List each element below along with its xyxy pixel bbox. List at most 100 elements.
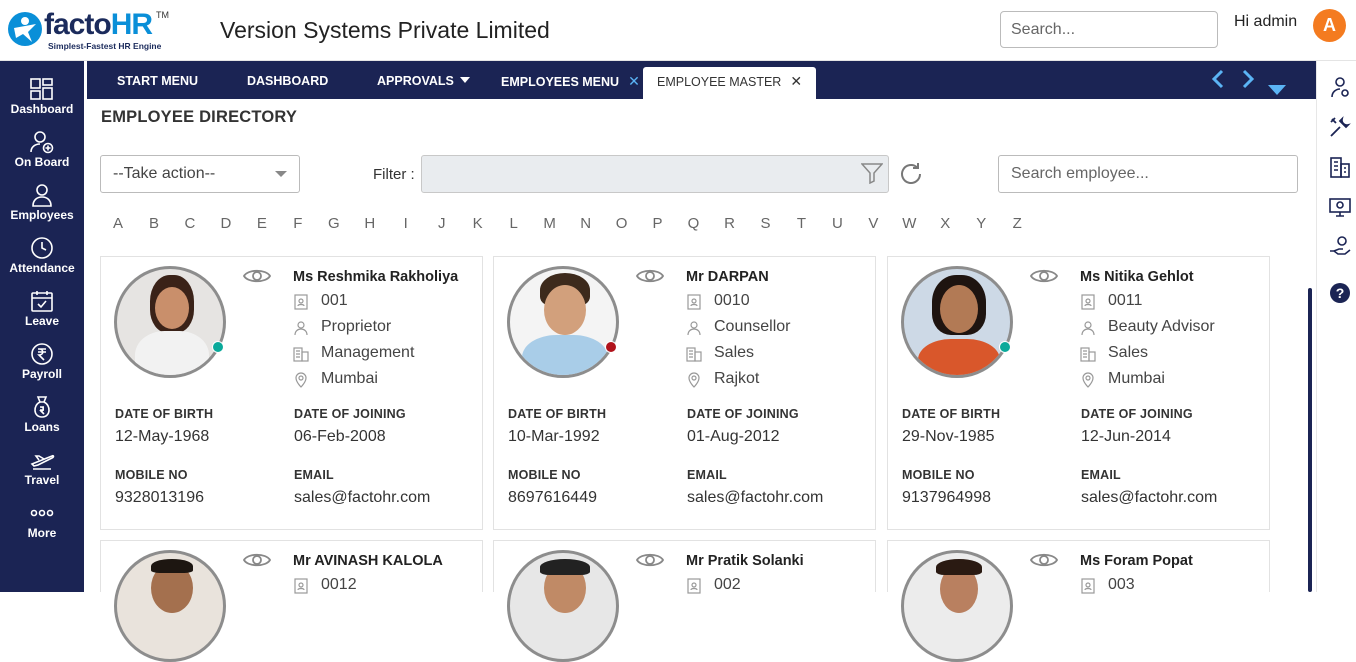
global-search-input[interactable] — [1000, 11, 1218, 48]
alphabet-letter-p[interactable]: P — [648, 215, 668, 232]
help-icon[interactable]: ? — [1328, 281, 1352, 305]
mobile-label: MOBILE NO — [115, 468, 188, 482]
sidebar-item-loans[interactable]: Loans — [0, 393, 84, 446]
user-avatar[interactable]: A — [1313, 9, 1346, 42]
employee-name[interactable]: Ms Reshmika Rakholiya — [293, 269, 458, 285]
person-icon — [687, 321, 701, 336]
alphabet-letter-s[interactable]: S — [755, 215, 775, 232]
money-bag-icon — [34, 396, 50, 418]
factohr-logo[interactable]: factoHR TM Simplest-Fastest HR Engine — [8, 8, 169, 54]
employee-code: 0011 — [1108, 292, 1143, 309]
employee-code: 001 — [321, 292, 348, 309]
caret-down-icon[interactable] — [1268, 75, 1286, 101]
tab-dashboard[interactable]: DASHBOARD — [247, 67, 328, 99]
doj-value: 12-Jun-2014 — [1081, 428, 1171, 445]
sidebar-item-label: Payroll — [21, 367, 63, 381]
employee-name[interactable]: Mr DARPAN — [686, 269, 769, 285]
sidebar-item-dashboard[interactable]: Dashboard — [0, 75, 84, 128]
user-settings-icon[interactable] — [1328, 75, 1352, 99]
alphabet-letter-h[interactable]: H — [360, 215, 380, 232]
alphabet-letter-v[interactable]: V — [863, 215, 883, 232]
dob-value: 12-May-1968 — [115, 428, 210, 445]
alphabet-letter-q[interactable]: Q — [684, 215, 704, 232]
scrollbar[interactable] — [1308, 288, 1312, 592]
tab-approvals[interactable]: APPROVALS — [377, 67, 470, 99]
alphabet-letter-a[interactable]: A — [108, 215, 128, 232]
alphabet-letter-d[interactable]: D — [216, 215, 236, 232]
employee-search-input[interactable] — [998, 155, 1298, 193]
filter-input[interactable] — [421, 155, 889, 193]
employee-name[interactable]: Mr Pratik Solanki — [686, 553, 804, 569]
chevron-left-icon[interactable] — [1211, 69, 1225, 95]
hand-money-icon[interactable] — [1328, 235, 1352, 259]
eye-icon[interactable] — [1029, 266, 1059, 286]
alphabet-letter-o[interactable]: O — [612, 215, 632, 232]
building-icon[interactable] — [1328, 155, 1352, 179]
close-icon[interactable]: ✕ — [628, 73, 640, 89]
email-value[interactable]: sales@factohr.com — [294, 489, 430, 507]
sidebar-item-travel[interactable]: Travel — [0, 446, 84, 499]
eye-icon[interactable] — [1029, 550, 1059, 570]
employee-card[interactable]: Mr Pratik Solanki 002 — [493, 540, 876, 662]
status-dot — [605, 341, 617, 353]
refresh-icon[interactable] — [898, 161, 924, 187]
alphabet-letter-j[interactable]: J — [432, 215, 452, 232]
tab-start-menu[interactable]: START MENU — [117, 67, 198, 99]
sidebar-item-attendance[interactable]: Attendance — [0, 234, 84, 287]
employee-card[interactable]: Mr DARPAN 0010 Counsellor Sales Rajkot D… — [493, 256, 876, 530]
eye-icon[interactable] — [242, 266, 272, 286]
employee-card[interactable]: Ms Nitika Gehlot 0011 Beauty Advisor Sal… — [887, 256, 1270, 530]
alphabet-letter-f[interactable]: F — [288, 215, 308, 232]
email-value[interactable]: sales@factohr.com — [687, 489, 823, 507]
sidebar-item-more[interactable]: More — [0, 499, 84, 552]
alphabet-letter-n[interactable]: N — [576, 215, 596, 232]
employee-name[interactable]: Ms Nitika Gehlot — [1080, 269, 1194, 285]
eye-icon[interactable] — [635, 266, 665, 286]
employee-card[interactable]: Mr AVINASH KALOLA 0012 — [100, 540, 483, 662]
sidebar-item-employees[interactable]: Employees — [0, 181, 84, 234]
location-pin-icon — [688, 372, 700, 388]
sidebar-item-payroll[interactable]: Payroll — [0, 340, 84, 393]
person-icon — [294, 321, 308, 336]
more-dots-icon — [30, 509, 54, 517]
chevron-right-icon[interactable] — [1241, 69, 1255, 95]
sidebar-item-label: Travel — [24, 473, 60, 487]
alphabet-letter-k[interactable]: K — [468, 215, 488, 232]
alphabet-letter-i[interactable]: I — [396, 215, 416, 232]
alphabet-letter-e[interactable]: E — [252, 215, 272, 232]
alphabet-letter-w[interactable]: W — [899, 215, 919, 232]
logo-word: factoHR — [44, 8, 153, 41]
greeting: Hi admin — [1234, 13, 1298, 30]
alphabet-letter-y[interactable]: Y — [971, 215, 991, 232]
alphabet-letter-b[interactable]: B — [144, 215, 164, 232]
alphabet-letter-l[interactable]: L — [504, 215, 524, 232]
employee-card[interactable]: Ms Reshmika Rakholiya 001 Proprietor Man… — [100, 256, 483, 530]
eye-icon[interactable] — [242, 550, 272, 570]
employee-card[interactable]: Ms Foram Popat 003 — [887, 540, 1270, 662]
tools-icon[interactable] — [1328, 115, 1352, 139]
monitor-icon[interactable] — [1328, 195, 1352, 219]
alphabet-letter-z[interactable]: Z — [1007, 215, 1027, 232]
alphabet-letter-g[interactable]: G — [324, 215, 344, 232]
sidebar-item-leave[interactable]: Leave — [0, 287, 84, 340]
sidebar: Dashboard On Board Employees Attendance … — [0, 61, 84, 592]
take-action-select[interactable]: --Take action-- — [100, 155, 300, 193]
alphabet-letter-r[interactable]: R — [719, 215, 739, 232]
sidebar-item-label: Loans — [24, 420, 60, 434]
employee-name[interactable]: Mr AVINASH KALOLA — [293, 553, 443, 569]
alphabet-letter-u[interactable]: U — [827, 215, 847, 232]
email-value[interactable]: sales@factohr.com — [1081, 489, 1217, 507]
eye-icon[interactable] — [635, 550, 665, 570]
tab-employee-master[interactable]: EMPLOYEE MASTER ✕ — [643, 67, 817, 99]
alphabet-letter-c[interactable]: C — [180, 215, 200, 232]
alphabet-letter-t[interactable]: T — [791, 215, 811, 232]
employees-icon — [32, 184, 52, 207]
employee-name[interactable]: Ms Foram Popat — [1080, 553, 1193, 569]
tab-employees-menu[interactable]: EMPLOYEES MENU ✕ — [501, 67, 640, 99]
sidebar-item-onboard[interactable]: On Board — [0, 128, 84, 181]
employee-department: Sales — [1108, 344, 1149, 361]
close-icon[interactable]: ✕ — [790, 73, 802, 89]
alphabet-letter-m[interactable]: M — [540, 215, 560, 232]
funnel-icon[interactable] — [861, 162, 883, 184]
alphabet-letter-x[interactable]: X — [935, 215, 955, 232]
